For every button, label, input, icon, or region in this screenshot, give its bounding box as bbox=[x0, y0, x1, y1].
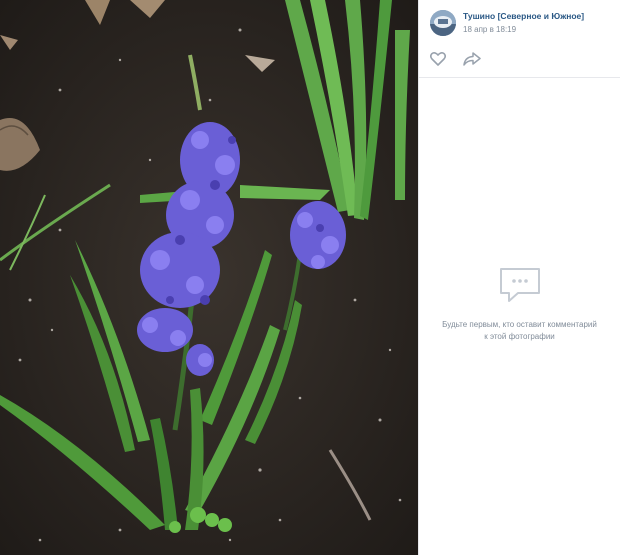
photo-sidebar: Тушино [Северное и Южное] 18 апр в 18:19 bbox=[418, 0, 620, 555]
photo-actions bbox=[419, 40, 620, 78]
post-date[interactable]: 18 апр в 18:19 bbox=[463, 23, 584, 36]
photo[interactable] bbox=[0, 0, 418, 555]
empty-comments-text: Будьте первым, кто оставит комментарий к… bbox=[442, 320, 597, 341]
community-avatar[interactable] bbox=[430, 10, 456, 36]
hyacinth-photo bbox=[0, 0, 418, 555]
like-button[interactable] bbox=[427, 48, 449, 70]
comments-empty-state: Будьте первым, кто оставит комментарий к… bbox=[419, 266, 620, 343]
share-button[interactable] bbox=[461, 48, 483, 70]
heart-icon bbox=[430, 51, 446, 66]
photo-viewer: Тушино [Северное и Южное] 18 апр в 18:19 bbox=[0, 0, 620, 555]
owner-header: Тушино [Северное и Южное] 18 апр в 18:19 bbox=[419, 0, 620, 40]
owner-name[interactable]: Тушино [Северное и Южное] bbox=[463, 10, 584, 23]
avatar-image bbox=[430, 10, 456, 36]
share-icon bbox=[463, 51, 481, 66]
comment-bubble-icon bbox=[499, 268, 540, 302]
